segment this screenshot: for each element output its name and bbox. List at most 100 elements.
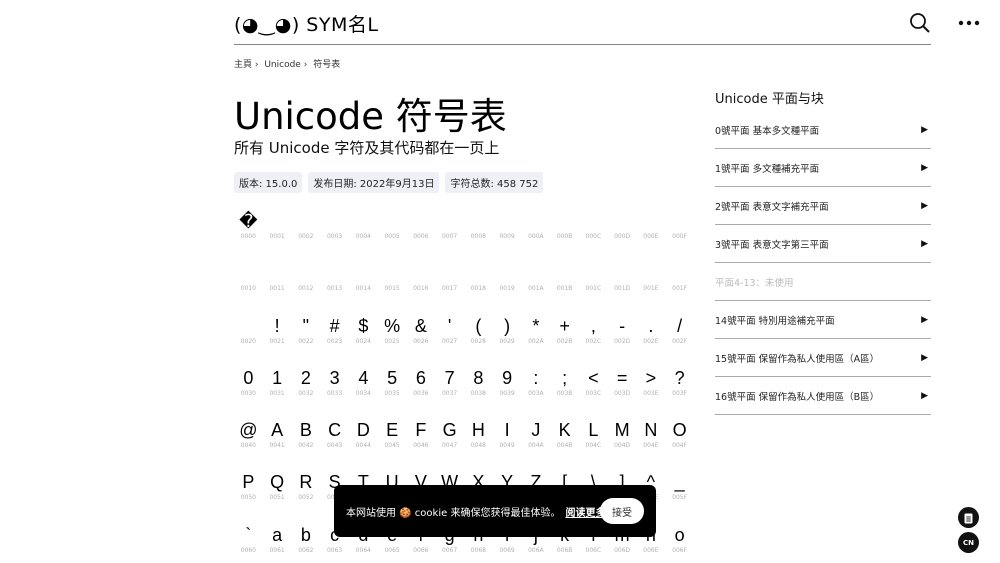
char-cell[interactable]: L 004C — [579, 417, 608, 469]
plane-item[interactable]: 14號平面 特別用途補充平面 ▶ — [715, 301, 931, 339]
char-cell[interactable]: 0003 — [320, 208, 349, 260]
char-cell[interactable]: 7 0037 — [435, 365, 464, 417]
char-cell[interactable]: :003A — [522, 365, 551, 417]
clipboard-icon[interactable] — [958, 507, 979, 528]
char-cell[interactable]: 9 0039 — [493, 365, 522, 417]
char-cell[interactable]: ) 0029 — [493, 313, 522, 365]
char-cell[interactable]: 4 0034 — [349, 365, 378, 417]
char-cell[interactable]: C 0043 — [320, 417, 349, 469]
char-cell[interactable]: 0015 — [378, 260, 407, 312]
char-cell[interactable]: 0017 — [435, 260, 464, 312]
char-cell[interactable]: >003E — [637, 365, 666, 417]
char-cell[interactable]: M 004D — [608, 417, 637, 469]
char-cell[interactable]: N 004E — [637, 417, 666, 469]
char-cell[interactable]: ' 0027 — [435, 313, 464, 365]
char-cell[interactable]: 0013 — [320, 260, 349, 312]
plane-item[interactable]: 16號平面 保留作為私人使用區（B區） ▶ — [715, 377, 931, 415]
search-icon[interactable] — [909, 12, 931, 34]
char-cell[interactable]: ! 0021 — [263, 313, 292, 365]
char-cell[interactable]: % 0025 — [378, 313, 407, 365]
char-cell[interactable]: 001F — [665, 260, 694, 312]
char-cell[interactable]: = 003D — [608, 365, 637, 417]
char-cell[interactable]: G 0047 — [435, 417, 464, 469]
char-cell[interactable]: 000C — [579, 208, 608, 260]
char-cell[interactable]: 001E — [637, 260, 666, 312]
char-cell[interactable]: 001A — [522, 260, 551, 312]
more-horizontal-icon[interactable] — [957, 12, 981, 34]
breadcrumb-home[interactable]: 主頁 › — [234, 60, 258, 70]
char-cell[interactable]: * 002A — [522, 313, 551, 365]
accept-cookie-button[interactable]: 接受 — [600, 498, 644, 524]
char-cell[interactable]: 1 0031 — [263, 365, 292, 417]
char-cell[interactable]: 0001 — [263, 208, 292, 260]
language-button[interactable]: CN — [958, 532, 979, 553]
char-cell[interactable]: 0019 — [493, 260, 522, 312]
char-cell[interactable]: 2 0032 — [292, 365, 321, 417]
char-cell[interactable]: H 0048 — [464, 417, 493, 469]
char-cell[interactable]: 0010 — [234, 260, 263, 312]
char-cell[interactable]: K 004B — [550, 417, 579, 469]
char-cell[interactable]: 0011 — [263, 260, 292, 312]
char-cell[interactable]: 0006 — [407, 208, 436, 260]
plane-item[interactable]: 2號平面 表意文字補充平面 ▶ — [715, 187, 931, 225]
breadcrumb-unicode[interactable]: Unicode › — [264, 60, 307, 70]
char-cell[interactable]: $0024 — [349, 313, 378, 365]
plane-item[interactable]: 1號平面 多文種補充平面 ▶ — [715, 149, 931, 187]
char-cell[interactable]: ; 003B — [550, 365, 579, 417]
char-cell[interactable]: @0040 — [234, 417, 263, 469]
char-cell[interactable]: 3 0033 — [320, 365, 349, 417]
plane-item[interactable]: 3號平面 表意文字第三平面 ▶ — [715, 225, 931, 263]
char-cell[interactable]: 0008 — [464, 208, 493, 260]
plane-item[interactable]: 15號平面 保留作為私人使用區（A區） ▶ — [715, 339, 931, 377]
char-cell[interactable]: R 0052 — [292, 469, 321, 521]
char-cell[interactable]: E 0045 — [378, 417, 407, 469]
char-cell[interactable]: D 0044 — [349, 417, 378, 469]
char-cell[interactable]: ? 003F — [665, 365, 694, 417]
char-cell[interactable]: 6 0036 — [407, 365, 436, 417]
char-cell[interactable]: 0020 — [234, 313, 263, 365]
plane-item[interactable]: 0號平面 基本多文種平面 ▶ — [715, 111, 931, 149]
char-cell[interactable]: I 0049 — [493, 417, 522, 469]
char-cell[interactable]: +002B — [550, 313, 579, 365]
char-cell[interactable]: 001B — [550, 260, 579, 312]
char-cell[interactable]: 0 0030 — [234, 365, 263, 417]
char-cell[interactable]: _ 005F — [665, 469, 694, 521]
char-cell[interactable]: 000D — [608, 208, 637, 260]
char-cell[interactable]: J 004A — [522, 417, 551, 469]
char-cell[interactable]: Q 0051 — [263, 469, 292, 521]
char-cell[interactable]: ` 0060 — [234, 522, 263, 563]
char-cell[interactable]: 0014 — [349, 260, 378, 312]
char-cell[interactable]: /002F — [665, 313, 694, 365]
char-cell[interactable]: 0016 — [407, 260, 436, 312]
char-cell[interactable]: 0004 — [349, 208, 378, 260]
char-cell[interactable]: 001D — [608, 260, 637, 312]
char-cell[interactable]: 0005 — [378, 208, 407, 260]
char-cell[interactable]: -002D — [608, 313, 637, 365]
char-cell[interactable]: 0009 — [493, 208, 522, 260]
char-cell[interactable]: & 0026 — [407, 313, 436, 365]
char-cell[interactable]: o 006F — [665, 522, 694, 563]
site-logo[interactable]: (◕‿◕) SYM名L — [234, 10, 378, 37]
char-cell[interactable]: , 002C — [579, 313, 608, 365]
char-cell[interactable]: A 0041 — [263, 417, 292, 469]
char-cell[interactable]: 000E — [637, 208, 666, 260]
char-cell[interactable]: P 0050 — [234, 469, 263, 521]
char-cell[interactable]: 000B — [550, 208, 579, 260]
char-cell[interactable]: " 0022 — [292, 313, 321, 365]
char-cell[interactable]: 0018 — [464, 260, 493, 312]
char-cell[interactable]: a 0061 — [263, 522, 292, 563]
char-cell[interactable]: F 0046 — [407, 417, 436, 469]
char-cell[interactable]: B 0042 — [292, 417, 321, 469]
char-cell[interactable]: 001C — [579, 260, 608, 312]
char-cell[interactable]: b 0062 — [292, 522, 321, 563]
char-cell[interactable]: 0002 — [292, 208, 321, 260]
char-cell[interactable]: (0028 — [464, 313, 493, 365]
char-cell[interactable]: . 002E — [637, 313, 666, 365]
char-cell[interactable]: 0007 — [435, 208, 464, 260]
char-cell[interactable]: 5 0035 — [378, 365, 407, 417]
char-cell[interactable]: 000A — [522, 208, 551, 260]
char-cell[interactable]: O 004F — [665, 417, 694, 469]
char-cell[interactable]: � 0000 — [234, 208, 263, 260]
char-cell[interactable]: 0012 — [292, 260, 321, 312]
char-cell[interactable]: <003C — [579, 365, 608, 417]
